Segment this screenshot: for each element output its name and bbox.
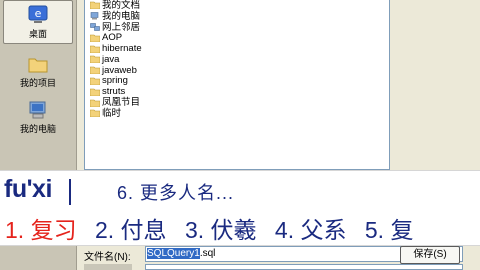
folder-icon [90,99,100,107]
ime-candidate-3[interactable]: 3. 伏羲 [185,211,257,245]
save-button[interactable]: 保存(S) [400,246,460,264]
filetype-label [84,264,132,270]
folder-icon [28,58,48,73]
file-name: 网上邻居 [102,21,141,33]
folder-icon [90,66,100,75]
ime-candidate-1[interactable]: 1. 复习 [5,211,77,245]
file-name: AOP [102,32,123,44]
svg-text:e: e [35,7,42,20]
place-my-computer-label: 我的电脑 [19,124,56,134]
folder-icon [90,45,100,53]
file-list[interactable]: 我的文档 我的电脑 网上邻居 AOP hibernate java javawe… [84,0,390,170]
file-name: javaweb [102,64,137,76]
ime-caret [69,179,71,205]
list-item[interactable]: java [85,54,389,65]
list-item[interactable]: spring [85,75,389,87]
list-item[interactable]: 我的文档 [85,0,389,11]
file-name: 我的电脑 [102,10,141,22]
file-name: hibernate [102,43,142,55]
file-name: 临时 [102,107,122,119]
filetype-select[interactable] [145,264,463,270]
documents-folder-icon [90,2,100,10]
folder-icon [90,77,100,85]
filename-extension: .sql [199,248,216,259]
ime-candidate-5[interactable]: 5. 复 [365,211,414,245]
ime-candidate-window: fu'xi 6. 更多人名... 1. 复习 2. 付息 3. 伏羲 4. 父系… [0,170,480,246]
network-icon [90,23,100,31]
place-my-projects-label: 我的项目 [19,78,56,88]
place-my-projects[interactable]: 我的项目 [3,50,73,94]
desktop-icon: e [28,5,48,23]
ime-candidate-2[interactable]: 2. 付息 [95,211,167,245]
file-name: 我的文档 [102,0,141,11]
list-item[interactable]: AOP [85,32,389,43]
file-name: struts [102,86,126,98]
file-name: java [102,53,120,65]
folder-icon [90,88,100,96]
list-item[interactable]: 凤凰节目 [85,97,389,108]
place-desktop[interactable]: e 桌面 [3,0,73,44]
filetype-row [84,264,480,270]
file-name: spring [102,75,128,87]
list-item[interactable]: struts [85,86,389,97]
ime-pinyin-composition: fu'xi [4,175,52,203]
list-item[interactable]: 我的电脑 [85,11,389,22]
computer-icon [29,101,46,119]
computer-icon [90,12,99,20]
list-item[interactable]: hibernate [85,43,389,54]
ime-candidate-4[interactable]: 4. 父系 [275,211,347,245]
list-item[interactable]: javaweb [85,65,389,76]
ime-candidate-list: 1. 复习 2. 付息 3. 伏羲 4. 父系 5. 复 [5,211,425,243]
list-item[interactable]: 网上邻居 [85,22,389,33]
filename-label: 文件名(N): [84,252,131,263]
list-item[interactable]: 临时 [85,108,389,119]
file-name: 凤凰节目 [102,97,141,109]
place-my-computer[interactable]: 我的电脑 [3,96,73,140]
filename-selected-text: SQLQuery1 [147,248,200,259]
folder-icon [90,56,100,64]
folder-icon [90,34,100,42]
folder-icon [90,110,100,118]
ime-more-names[interactable]: 6. 更多人名... [117,179,234,205]
place-desktop-label: 桌面 [28,29,47,39]
